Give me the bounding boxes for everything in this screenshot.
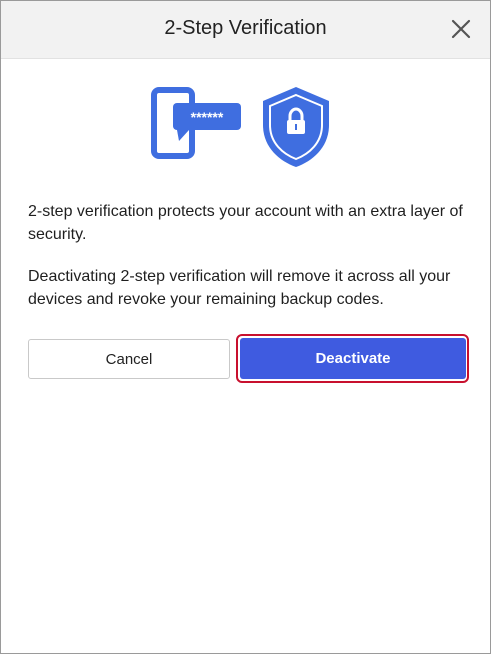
dialog-title: 2-Step Verification	[164, 17, 327, 39]
password-mask: ******	[191, 109, 224, 125]
deactivate-button[interactable]: Deactivate	[240, 338, 466, 379]
close-icon[interactable]	[446, 14, 476, 44]
description-paragraph: 2-step verification protects your accoun…	[28, 203, 463, 243]
verification-illustration: ******	[151, 85, 336, 170]
dialog-header: 2-Step Verification	[1, 1, 490, 59]
cancel-button[interactable]: Cancel	[28, 339, 230, 379]
shield-lock-icon	[263, 87, 329, 167]
warning-paragraph: Deactivating 2-step verification will re…	[28, 268, 451, 308]
two-step-dialog: 2-Step Verification ****** 2-step verifi…	[0, 0, 491, 654]
phone-password-icon: ******	[151, 87, 241, 159]
